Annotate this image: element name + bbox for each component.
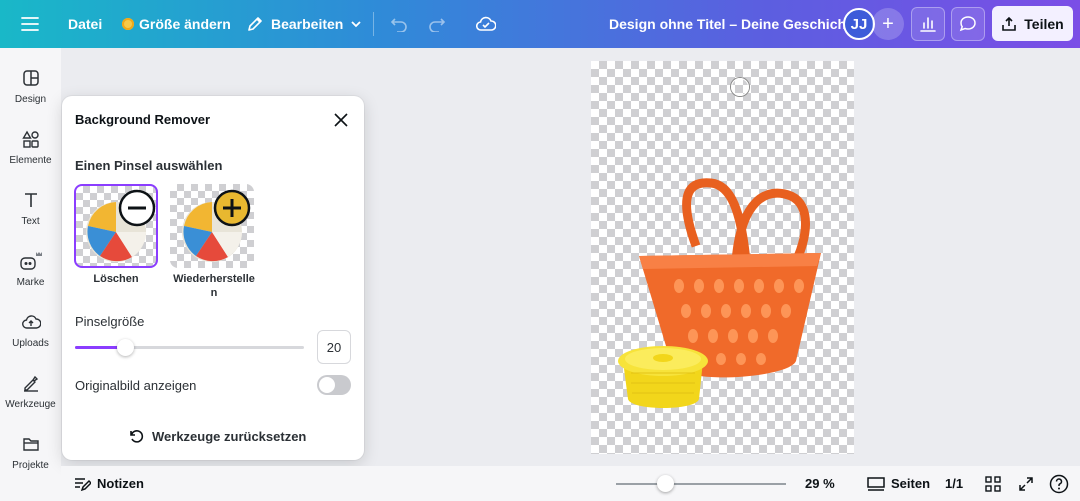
layout-icon xyxy=(22,70,39,86)
expand-icon xyxy=(1019,476,1033,491)
comments-button[interactable] xyxy=(951,7,985,41)
design-page[interactable] xyxy=(591,61,854,454)
help-icon xyxy=(1049,474,1069,493)
undo-icon xyxy=(390,18,407,32)
edit-label: Bearbeiten xyxy=(271,16,344,32)
sidebar-item-uploads[interactable]: Uploads xyxy=(0,308,61,364)
plus-icon: + xyxy=(882,12,894,35)
notes-label: Notizen xyxy=(97,476,144,491)
sidebar-item-design[interactable]: Design xyxy=(0,64,61,120)
notes-button[interactable]: Notizen xyxy=(73,466,144,501)
zoom-slider[interactable] xyxy=(616,483,786,485)
brush-size-label: Pinselgröße xyxy=(75,314,145,329)
left-sidebar: Design Elemente Text Marke Uploads Werkz… xyxy=(0,48,61,501)
panel-title: Background Remover xyxy=(75,112,211,127)
share-button[interactable]: Teilen xyxy=(992,6,1073,41)
shapes-icon xyxy=(21,130,39,148)
insights-button[interactable] xyxy=(911,7,945,41)
add-collaborator-button[interactable]: + xyxy=(872,8,904,40)
resize-button[interactable]: Größe ändern xyxy=(122,0,231,48)
share-upload-icon xyxy=(1002,16,1017,31)
crown-icon xyxy=(122,18,134,30)
erase-brush-option[interactable] xyxy=(74,184,158,268)
show-original-toggle[interactable] xyxy=(317,375,351,395)
pages-icon xyxy=(867,476,885,491)
cloud-check-icon xyxy=(476,16,496,31)
sidebar-item-label: Elemente xyxy=(9,155,52,166)
sidebar-item-projects[interactable]: Projekte xyxy=(0,430,61,486)
text-icon xyxy=(24,193,37,207)
chevron-down-icon xyxy=(351,21,361,28)
sidebar-item-text[interactable]: Text xyxy=(0,186,61,242)
bottom-bar: Notizen 29 % Seiten 1/1 xyxy=(61,466,1080,501)
pencil-icon xyxy=(248,17,262,31)
reset-tools-button[interactable]: Werkzeuge zurücksetzen xyxy=(128,428,306,444)
pages-button[interactable]: Seiten xyxy=(867,466,930,501)
sidebar-item-tools[interactable]: Werkzeuge xyxy=(0,369,61,425)
bar-chart-icon xyxy=(920,17,936,32)
zoom-slider-thumb[interactable] xyxy=(657,475,674,492)
brush-size-input[interactable]: 20 xyxy=(317,330,351,364)
edit-menu[interactable]: Bearbeiten xyxy=(246,0,362,48)
background-remover-panel: Background Remover Einen Pinsel auswähle… xyxy=(62,96,364,460)
brand-icon xyxy=(19,252,42,270)
sidebar-item-label: Projekte xyxy=(12,460,49,471)
file-menu-label: Datei xyxy=(68,16,103,32)
reset-icon xyxy=(130,430,144,443)
undo-button[interactable] xyxy=(388,0,410,48)
help-button[interactable] xyxy=(1049,466,1069,501)
sidebar-item-brand[interactable]: Marke xyxy=(0,247,61,303)
resize-label: Größe ändern xyxy=(139,16,231,32)
page-count[interactable]: 1/1 xyxy=(945,466,963,501)
upload-icon xyxy=(21,315,41,329)
toolbar-divider xyxy=(373,12,374,36)
reset-tools-label: Werkzeuge zurücksetzen xyxy=(152,428,307,444)
sidebar-item-label: Werkzeuge xyxy=(5,399,56,410)
fullscreen-button[interactable] xyxy=(1018,466,1034,501)
sidebar-item-elements[interactable]: Elemente xyxy=(0,125,61,181)
menu-button[interactable] xyxy=(14,0,46,48)
sidebar-item-label: Text xyxy=(21,216,40,227)
save-status-button[interactable] xyxy=(475,0,497,48)
sidebar-item-label: Design xyxy=(14,94,47,105)
restore-brush-label: Wiederherstellen xyxy=(173,273,255,299)
notes-icon xyxy=(75,477,91,491)
brush-heading: Einen Pinsel auswählen xyxy=(75,158,223,173)
redo-icon xyxy=(429,18,446,32)
tools-icon xyxy=(23,375,38,392)
close-button[interactable] xyxy=(330,109,352,131)
file-menu[interactable]: Datei xyxy=(68,0,102,48)
hamburger-icon xyxy=(21,17,39,31)
show-original-label: Originalbild anzeigen xyxy=(75,378,197,393)
grid-icon xyxy=(985,475,1001,492)
toggle-knob xyxy=(319,377,335,393)
restore-brush-option[interactable] xyxy=(170,184,254,268)
brush-size-slider-thumb[interactable] xyxy=(117,339,134,356)
document-title[interactable]: Design ohne Titel – Deine Geschichte xyxy=(609,0,858,48)
avatar[interactable]: JJ xyxy=(843,8,875,40)
beach-ball-restore-icon xyxy=(182,189,251,262)
product-image[interactable] xyxy=(591,61,854,454)
beach-ball-erase-icon xyxy=(86,189,156,262)
share-label: Teilen xyxy=(1024,15,1064,32)
sidebar-item-label: Uploads xyxy=(12,338,49,349)
brush-cursor xyxy=(731,78,749,96)
folder-icon xyxy=(22,438,39,451)
sidebar-item-label: Marke xyxy=(16,277,45,288)
top-bar: Datei Größe ändern Bearbeiten Design ohn… xyxy=(0,0,1080,48)
redo-button[interactable] xyxy=(426,0,448,48)
grid-view-button[interactable] xyxy=(985,466,1001,501)
erase-brush-label: Löschen xyxy=(93,273,139,285)
brush-size-slider[interactable] xyxy=(75,339,304,356)
comment-icon xyxy=(959,16,976,32)
close-icon xyxy=(334,113,348,127)
pages-label: Seiten xyxy=(891,476,931,491)
zoom-level[interactable]: 29 % xyxy=(805,466,835,501)
